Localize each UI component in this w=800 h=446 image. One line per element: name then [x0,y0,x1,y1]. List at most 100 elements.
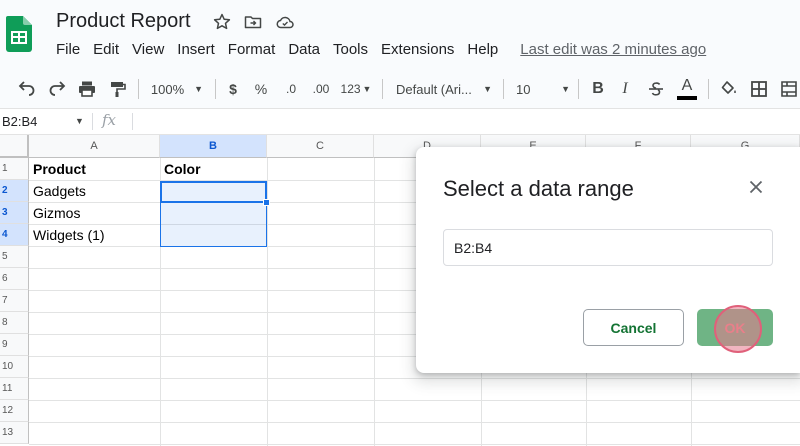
menu-extensions[interactable]: Extensions [381,41,454,61]
menu-insert[interactable]: Insert [177,41,215,61]
redo-icon [49,81,66,96]
increase-decimal-button[interactable]: .00 [309,70,333,108]
row-header-5[interactable]: 5 [0,246,29,268]
select-all-corner[interactable] [0,135,29,158]
formula-divider [132,113,133,130]
cell-b1[interactable]: Color [161,158,267,180]
chevron-down-icon: ▼ [194,84,204,94]
column-header-b[interactable]: B [160,135,267,158]
row-header-8[interactable]: 8 [0,312,29,334]
more-formats-select[interactable]: 123 ▼ [339,70,373,108]
decrease-decimal-button[interactable]: .0 [280,70,302,108]
font-size-select[interactable]: 10 ▼ [516,70,570,108]
font-family-select[interactable]: Default (Ari... ▼ [396,70,492,108]
zoom-value: 100% [150,81,185,97]
borders-icon [751,81,767,97]
chevron-down-icon: ▼ [483,84,492,94]
toolbar-divider [382,79,383,99]
chevron-down-icon: ▼ [561,84,570,94]
last-edit-link[interactable]: Last edit was 2 minutes ago [520,41,706,61]
column-header-c[interactable]: C [267,135,374,158]
toolbar-divider [215,79,216,99]
toolbar-divider [578,79,579,99]
fill-color-icon [721,81,736,94]
cell-a2[interactable]: Gadgets [30,180,160,202]
cell-a4[interactable]: Widgets (1) [30,224,160,246]
row-header-6[interactable]: 6 [0,268,29,290]
currency-format-button[interactable]: $ [225,70,241,108]
click-indicator [714,305,762,353]
cloud-status-icon[interactable] [275,12,295,32]
menu-view[interactable]: View [132,41,164,61]
row-header-13[interactable]: 13 [0,422,29,444]
toolbar-divider [503,79,504,99]
redo-button[interactable] [46,70,68,108]
menu-format[interactable]: Format [228,41,276,61]
percent-format-button[interactable]: % [253,70,269,108]
menu-bar: File Edit View Insert Format Data Tools … [56,41,706,61]
toolbar-divider [138,79,139,99]
more-formats-label: 123 [340,82,361,96]
text-color-icon: A [681,77,693,94]
row-header-12[interactable]: 12 [0,400,29,422]
star-icon[interactable] [212,12,232,32]
text-color-button[interactable]: A [674,70,700,108]
fill-color-button[interactable] [718,70,740,108]
borders-button[interactable] [748,70,770,108]
font-size-value: 10 [516,81,531,97]
chevron-down-icon[interactable]: ▼ [75,109,84,134]
toolbar-divider [708,79,709,99]
row-header-11[interactable]: 11 [0,378,29,400]
fill-handle[interactable] [263,199,270,206]
gridline [29,444,800,445]
italic-button[interactable]: I [617,70,633,108]
zoom-select[interactable]: 100% ▼ [148,70,206,108]
row-header-2[interactable]: 2 [0,180,29,202]
menu-data[interactable]: Data [288,41,320,61]
merge-cells-button[interactable] [778,70,800,108]
paint-format-button[interactable] [106,70,128,108]
print-button[interactable] [76,70,98,108]
menu-help[interactable]: Help [467,41,498,61]
undo-button[interactable] [16,70,38,108]
folder-move-icon[interactable] [243,12,263,32]
row-header-7[interactable]: 7 [0,290,29,312]
cell-a3[interactable]: Gizmos [30,202,160,224]
row-header-3[interactable]: 3 [0,202,29,224]
menu-edit[interactable]: Edit [93,41,119,61]
row-header-10[interactable]: 10 [0,356,29,378]
menu-tools[interactable]: Tools [333,41,368,61]
cancel-button[interactable]: Cancel [583,309,684,346]
row-header-1[interactable]: 1 [0,158,29,180]
active-cell-b2[interactable] [160,181,267,203]
chevron-down-icon: ▼ [362,84,372,94]
gridline [29,378,800,379]
print-icon [79,81,95,97]
close-icon[interactable] [746,177,766,197]
document-title[interactable]: Product Report [56,10,191,33]
gridline [29,400,800,401]
bold-button[interactable]: B [590,70,606,108]
row-header-9[interactable]: 9 [0,334,29,356]
gridline [374,158,375,446]
toolbar: 100% ▼ $ % .0 .00 123 ▼ Default (Ari... ▼ 1… [0,70,800,108]
column-header-a[interactable]: A [29,135,160,158]
google-sheets-window: Product Report File Edit View Insert For… [0,0,800,446]
menu-file[interactable]: File [56,41,80,61]
font-family-value: Default (Ari... [396,81,472,97]
row-header-4[interactable]: 4 [0,224,29,246]
formula-bar: B2:B4 ▼ fx [0,108,800,135]
undo-icon [18,81,35,96]
strikethrough-button[interactable] [645,70,667,108]
dialog-title: Select a data range [443,176,634,201]
formula-divider [92,113,93,130]
paint-format-icon [111,82,126,97]
strikethrough-icon [649,82,663,96]
cell-a1[interactable]: Product [30,158,160,180]
fx-icon: fx [102,111,117,129]
data-range-input[interactable] [443,229,773,266]
text-color-swatch [677,96,697,100]
merge-cells-icon [781,81,797,97]
gridline [29,422,800,423]
sheets-logo-icon[interactable] [6,16,32,52]
